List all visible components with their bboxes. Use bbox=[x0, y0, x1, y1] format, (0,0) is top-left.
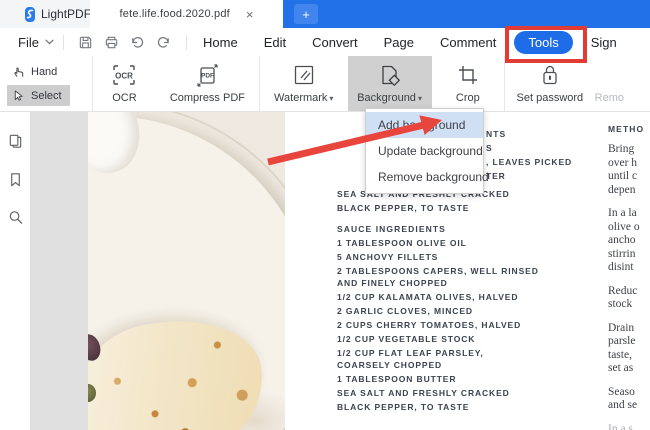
undo-icon[interactable] bbox=[130, 34, 146, 50]
save-icon[interactable] bbox=[78, 34, 94, 50]
compress-pdf-label: Compress PDF bbox=[169, 92, 245, 104]
redo-icon[interactable] bbox=[156, 34, 172, 50]
document-tab-title: fete.life.food.2020.pdf bbox=[119, 8, 230, 20]
search-icon[interactable] bbox=[7, 209, 24, 226]
left-sidebar bbox=[0, 112, 31, 430]
method-line: depen bbox=[608, 183, 636, 196]
method-line: Drain bbox=[608, 321, 635, 334]
ingredient-line: 1/2 CUP VEGETABLE STOCK bbox=[337, 334, 476, 344]
ingredient-line: AND FINELY CHOPPED bbox=[337, 278, 448, 288]
compress-pdf-icon: PDF bbox=[194, 63, 220, 87]
set-password-label: Set password bbox=[516, 92, 584, 104]
select-tool-button[interactable]: Select bbox=[7, 85, 70, 106]
method-column: METHO Bring over h until c depen In a la olive… bbox=[608, 123, 650, 430]
new-tab-button[interactable]: + bbox=[294, 4, 318, 24]
app-logo-segment: LightPDF bbox=[0, 0, 92, 28]
document-tab[interactable]: fete.life.food.2020.pdf × bbox=[90, 0, 283, 28]
tab-bar: LightPDF fete.life.food.2020.pdf × + bbox=[0, 0, 650, 28]
ingredient-line: 1/2 CUP KALAMATA OLIVES, HALVED bbox=[337, 292, 519, 302]
ocr-label: OCR bbox=[112, 92, 137, 104]
divider bbox=[185, 34, 187, 50]
cursor-icon bbox=[12, 89, 25, 102]
remove-password-label: Remo bbox=[594, 92, 625, 104]
method-line: ancho bbox=[608, 234, 636, 246]
lightpdf-logo-icon bbox=[25, 6, 35, 22]
method-line: olive o bbox=[608, 220, 640, 233]
select-tool-label: Select bbox=[31, 89, 62, 102]
chevron-down-icon bbox=[45, 39, 54, 45]
method-line: over h bbox=[608, 156, 638, 169]
divider bbox=[62, 34, 64, 50]
ingredient-line: 1 TABLESPOON BUTTER bbox=[337, 374, 457, 384]
svg-text:PDF: PDF bbox=[201, 73, 214, 80]
method-line: until c bbox=[608, 170, 638, 182]
menu-tab[interactable]: Convert bbox=[299, 35, 371, 50]
ingredient-line: SAUCE INGREDIENTS bbox=[337, 224, 446, 234]
tools-highlight-rectangle bbox=[505, 26, 587, 63]
lock-icon bbox=[538, 63, 562, 87]
method-line: parsle bbox=[608, 335, 636, 347]
bookmark-icon[interactable] bbox=[7, 171, 24, 188]
app-name: LightPDF bbox=[41, 7, 92, 21]
background-icon bbox=[377, 63, 403, 87]
crop-icon bbox=[456, 63, 480, 87]
ingredient-line: BLACK PEPPER, TO TASTE bbox=[337, 203, 470, 213]
hand-tool-label: Hand bbox=[31, 65, 58, 78]
ingredient-line: COARSELY CHOPPED bbox=[337, 360, 443, 370]
pointer-mode-group: Hand Select bbox=[0, 56, 92, 111]
ocr-icon: OCR bbox=[111, 63, 137, 87]
menu-tab[interactable]: Page bbox=[371, 35, 427, 50]
ocr-button[interactable]: OCR OCR bbox=[93, 56, 156, 111]
ingredient-line: 2 CUPS CHERRY TOMATOES, HALVED bbox=[337, 320, 522, 330]
method-line: Seaso bbox=[608, 385, 635, 398]
remove-password-button-cut[interactable]: Remo bbox=[595, 56, 650, 111]
hand-icon bbox=[12, 65, 25, 78]
file-menu[interactable]: File bbox=[18, 35, 54, 50]
hand-tool-button[interactable]: Hand bbox=[7, 61, 70, 82]
menu-tab[interactable]: Home bbox=[190, 35, 251, 50]
method-line: stirrin bbox=[608, 247, 636, 260]
method-line: stock bbox=[608, 298, 633, 310]
menu-tab[interactable]: Comment bbox=[427, 35, 509, 50]
menu-tab[interactable]: Edit bbox=[251, 35, 299, 50]
print-icon[interactable] bbox=[104, 34, 120, 50]
file-menu-label: File bbox=[18, 34, 39, 50]
ingredient-line: 1 TABLESPOON OLIVE OIL bbox=[337, 238, 467, 248]
ingredient-line: BLACK PEPPER, TO TASTE bbox=[337, 402, 470, 412]
method-line: In a s bbox=[608, 422, 633, 430]
method-line: Bring bbox=[608, 143, 635, 155]
ingredient-line: 2 GARLIC CLOVES, MINCED bbox=[337, 306, 473, 316]
method-line: Reduc bbox=[608, 284, 638, 297]
set-password-button[interactable]: Set password bbox=[505, 56, 595, 111]
red-arrow-annotation bbox=[267, 115, 442, 166]
ingredient-line: SEA SALT AND FRESHLY CRACKED bbox=[337, 388, 510, 398]
ingredient-line: 5 ANCHOVY FILLETS bbox=[337, 252, 439, 262]
tab-close-icon[interactable]: × bbox=[246, 7, 254, 22]
method-line: set as bbox=[608, 362, 634, 374]
method-line: METHO bbox=[608, 124, 645, 134]
watermark-icon bbox=[292, 63, 316, 87]
method-line: and se bbox=[608, 399, 638, 411]
workspace-background bbox=[31, 112, 88, 430]
lightpdf-window: { "tab_bar": { "app_name": "LightPDF", "… bbox=[0, 0, 650, 430]
svg-text:OCR: OCR bbox=[116, 72, 134, 81]
method-line: disint bbox=[608, 261, 634, 273]
method-line: taste, bbox=[608, 348, 632, 361]
crop-label: Crop bbox=[455, 92, 480, 104]
method-line: In a la bbox=[608, 207, 637, 219]
pages-icon[interactable] bbox=[7, 133, 24, 150]
